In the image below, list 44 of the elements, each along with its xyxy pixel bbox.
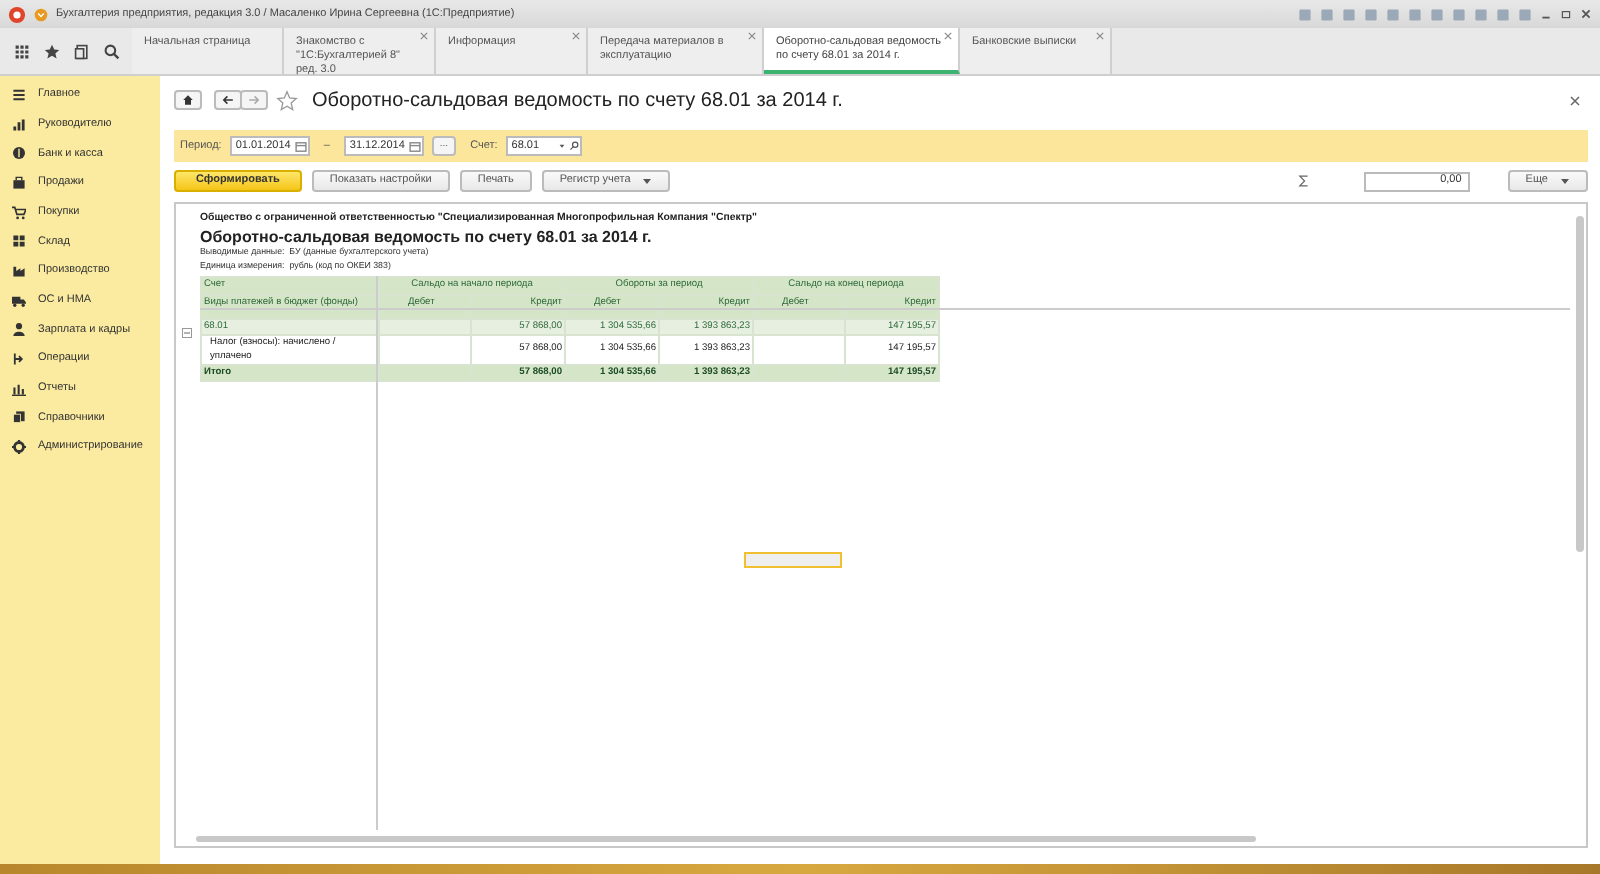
dropdown-arrow-icon[interactable] <box>555 140 568 152</box>
tab-close-icon[interactable] <box>572 32 580 40</box>
app-logo-icon <box>8 5 26 23</box>
factory-icon <box>12 263 26 278</box>
home-button[interactable] <box>174 90 202 110</box>
coin-icon <box>12 146 26 161</box>
bar-chart-icon <box>12 381 26 396</box>
restore-icon[interactable] <box>1560 8 1572 20</box>
forward-arrow-icon <box>248 94 260 106</box>
caret-icon <box>1560 176 1570 186</box>
truck-icon <box>12 293 26 308</box>
search-icon[interactable] <box>567 140 580 152</box>
bag-icon <box>12 175 26 190</box>
chart-icon <box>12 117 26 132</box>
sum-icon <box>1297 174 1310 188</box>
tab-close-icon[interactable] <box>748 32 756 40</box>
history-icon[interactable] <box>73 43 89 59</box>
arrow-icon <box>12 352 26 367</box>
caret-icon <box>642 176 653 186</box>
close-icon[interactable] <box>1570 95 1580 105</box>
back-button[interactable] <box>214 90 242 110</box>
person-icon <box>12 322 26 337</box>
grid-icon <box>12 234 26 249</box>
search-icon[interactable] <box>103 43 119 59</box>
dropdown-icon <box>34 7 48 21</box>
collapse-icon[interactable] <box>182 328 192 338</box>
cart-icon <box>12 205 26 220</box>
back-arrow-icon <box>222 94 234 106</box>
apps-grid-icon[interactable] <box>13 43 29 59</box>
home-icon <box>182 94 194 106</box>
tab-close-icon[interactable] <box>420 32 428 40</box>
tab-close-icon[interactable] <box>944 32 952 40</box>
close-icon[interactable] <box>1580 8 1592 20</box>
tab-close-icon[interactable] <box>1096 32 1104 40</box>
vertical-scrollbar[interactable] <box>1576 216 1584 552</box>
horizontal-scrollbar[interactable] <box>196 836 1256 842</box>
books-icon <box>12 410 26 425</box>
selected-cell[interactable] <box>744 552 842 568</box>
star-icon[interactable] <box>43 43 59 59</box>
form-title: Оборотно-сальдовая ведомость по счету 68.01 за 2014 г. <box>312 87 843 115</box>
favorite-star-icon[interactable] <box>276 89 298 111</box>
settings-icon <box>12 440 26 455</box>
menu-icon <box>12 87 26 102</box>
report-title: Оборотно-сальдовая ведомость по счету 68.01 за 2014 г. <box>200 227 654 247</box>
